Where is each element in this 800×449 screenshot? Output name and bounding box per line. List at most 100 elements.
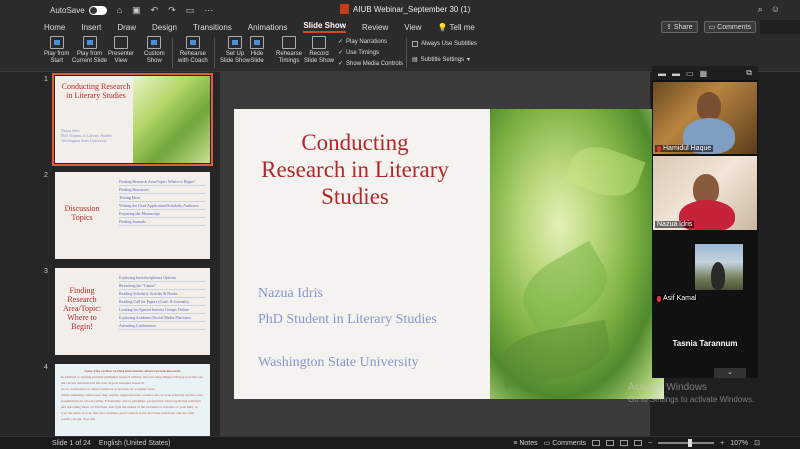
thumb-item: Revisiting the "Canon" (119, 282, 205, 290)
use-timings-checkbox[interactable]: ✓ Use Timings (338, 49, 379, 57)
slide-thumbnail-2[interactable]: Discussion Topics Finding Research Area/… (55, 172, 210, 259)
thumb-item: Finding Resources (119, 186, 205, 194)
subtitle-settings-label: Subtitle Settings (420, 56, 465, 63)
redo-icon[interactable]: ↷ (168, 5, 176, 16)
participant-tile-3[interactable]: Asif Kamal (653, 232, 757, 304)
play-from-start-button[interactable]: Play from Start (44, 36, 69, 65)
tab-transitions[interactable]: Transitions (193, 23, 232, 32)
play-from-current-button[interactable]: Play from Current Slide (72, 36, 107, 65)
show-media-controls-checkbox[interactable]: ✓ Show Media Controls (338, 60, 403, 68)
thumb-line: In addition to reading recently publishe… (61, 375, 203, 385)
presenter-university[interactable]: Washington State University (258, 354, 419, 371)
search-icon[interactable]: ⌕ (758, 4, 763, 15)
participant-tile-1[interactable]: Hamidul Haque (653, 82, 757, 154)
thumb-title: Discussion Topics (64, 204, 100, 222)
autosave-label: AutoSave (50, 5, 85, 15)
tell-me[interactable]: 💡 Tell me (437, 23, 474, 32)
always-use-subtitles-checkbox[interactable]: Always Use Subtitles (412, 41, 477, 47)
strip-view-icon[interactable]: ▬ (672, 69, 680, 78)
tab-home[interactable]: Home (44, 23, 65, 32)
zoom-slider[interactable] (658, 439, 715, 447)
tab-slide-show[interactable]: Slide Show (303, 21, 347, 33)
rehearse-with-coach-button[interactable]: Rehearse with Coach (178, 36, 208, 65)
presenter-view-button[interactable]: Presenter View (108, 36, 134, 65)
slide-thumbnail-1[interactable]: Conducting Research in Literary Studies … (52, 73, 213, 166)
notes-button[interactable]: ≡ Notes (513, 440, 537, 447)
more-icon[interactable]: ⋯ (204, 5, 213, 16)
autosave[interactable]: AutoSave (50, 5, 107, 15)
zoom-in-icon[interactable]: + (720, 440, 724, 447)
normal-view-icon[interactable] (592, 440, 601, 446)
thumb-item: Reading Scholarly Articles & Books (119, 290, 205, 298)
powerpoint-icon (340, 4, 349, 14)
slide-number: 1 (44, 76, 48, 83)
save-icon[interactable]: ▣ (132, 5, 141, 16)
chevron-down-icon[interactable]: ⌄ (714, 368, 746, 378)
thumb-line: While attending conferences may require … (61, 393, 203, 421)
slide-thumbnail-pane: 1 Conducting Research in Literary Studie… (0, 72, 220, 436)
subtitle-settings-dropdown[interactable]: ▤ Subtitle Settings ▾ (412, 56, 471, 64)
presenter-role[interactable]: PhD Student in Literary Studies (258, 311, 438, 328)
muted-mic-icon (657, 295, 661, 302)
current-slide[interactable]: Conducting Research in Literary Studies … (234, 109, 664, 399)
slide-thumbnail-4[interactable]: Some Tips on How to Find Information abo… (55, 364, 210, 436)
slide-number: 2 (44, 172, 48, 179)
chevron-down-icon: ▾ (467, 57, 471, 63)
start-slideshow-icon[interactable]: ▭ (186, 5, 195, 16)
zoom-out-icon[interactable]: − (648, 440, 652, 447)
participant-tile-2[interactable]: Nazua Idris (653, 156, 757, 230)
gallery-view-icon[interactable]: ▦ (700, 69, 708, 78)
undo-icon[interactable]: ↶ (151, 5, 159, 16)
checkbox-box (412, 41, 418, 47)
home-icon[interactable]: ⌂ (117, 5, 122, 16)
reading-view-icon[interactable] (620, 440, 629, 446)
fit-to-window-icon[interactable]: ⊡ (754, 439, 760, 447)
always-subtitles-label: Always Use Subtitles (421, 41, 478, 47)
share-button[interactable]: ⇪ Share (661, 21, 698, 33)
comments-button[interactable]: ▭ Comments (703, 21, 756, 33)
minimize-icon[interactable]: ▬ (658, 69, 666, 78)
tab-design[interactable]: Design (152, 23, 177, 32)
zoom-level[interactable]: 107% (730, 440, 748, 447)
participant-tile-4[interactable]: Tasnia Tarannum (652, 339, 758, 348)
tab-review[interactable]: Review (362, 23, 388, 32)
slide-counter: Slide 1 of 24 (52, 439, 91, 447)
thumb-item: Testing Ideas (119, 194, 205, 202)
document-title-text: AIUB Webinar_September 30 (1) (353, 4, 471, 14)
slide-thumbnail-3[interactable]: Finding Research Area/Topic: Where to Be… (55, 268, 210, 355)
checkmark-icon: ✓ (338, 61, 344, 67)
slide-title[interactable]: Conducting Research in Literary Studies (260, 129, 450, 210)
autosave-toggle[interactable] (88, 5, 107, 15)
presenter-name[interactable]: Nazua Idris (258, 285, 323, 302)
participant-name: Nazua Idris (655, 221, 695, 228)
set-up-slide-show-button[interactable]: Set Up Slide Show (220, 36, 250, 65)
record-slide-show-button[interactable]: Record Slide Show (304, 36, 334, 65)
thumb-item: Reading Call for Papers (Conf. & Journal… (119, 298, 205, 306)
share-label: Share (673, 24, 693, 31)
tab-view[interactable]: View (404, 23, 421, 32)
slideshow-view-icon[interactable] (634, 440, 643, 446)
thumb-item: Preparing the Manuscript (119, 210, 205, 218)
comments-status-button[interactable]: ▭ Comments (544, 439, 586, 447)
participant-3-name: Asif Kamal (663, 295, 697, 302)
tab-insert[interactable]: Insert (81, 23, 101, 32)
play-from-start-l2: Start (50, 58, 63, 64)
participant-name: Hamidul Haque (655, 145, 714, 152)
play-from-start-l1: Play from (44, 51, 70, 57)
custom-show-button[interactable]: Custom Show (144, 36, 165, 65)
exit-fullscreen-icon[interactable]: ⧉ (746, 68, 752, 78)
account-icon[interactable]: ☺ (771, 4, 780, 15)
play-narrations-checkbox[interactable]: ✓ Play Narrations (338, 38, 387, 46)
tab-draw[interactable]: Draw (117, 23, 136, 32)
speaker-view-icon[interactable]: ▭ (686, 69, 694, 78)
rehearse-timings-button[interactable]: Rehearse Timings (276, 36, 302, 65)
thumb-item: Looking for Special Interest Groups Onli… (119, 306, 205, 314)
language-indicator[interactable]: English (United States) (99, 440, 171, 447)
leaf-image (490, 109, 664, 399)
hide-l2: Slide (250, 58, 264, 64)
hide-slide-button[interactable]: Hide Slide (250, 36, 264, 65)
coach-l2: with Coach (178, 58, 208, 64)
tab-animations[interactable]: Animations (248, 23, 288, 32)
notes-label: Notes (519, 439, 538, 447)
slide-sorter-icon[interactable] (606, 440, 615, 446)
